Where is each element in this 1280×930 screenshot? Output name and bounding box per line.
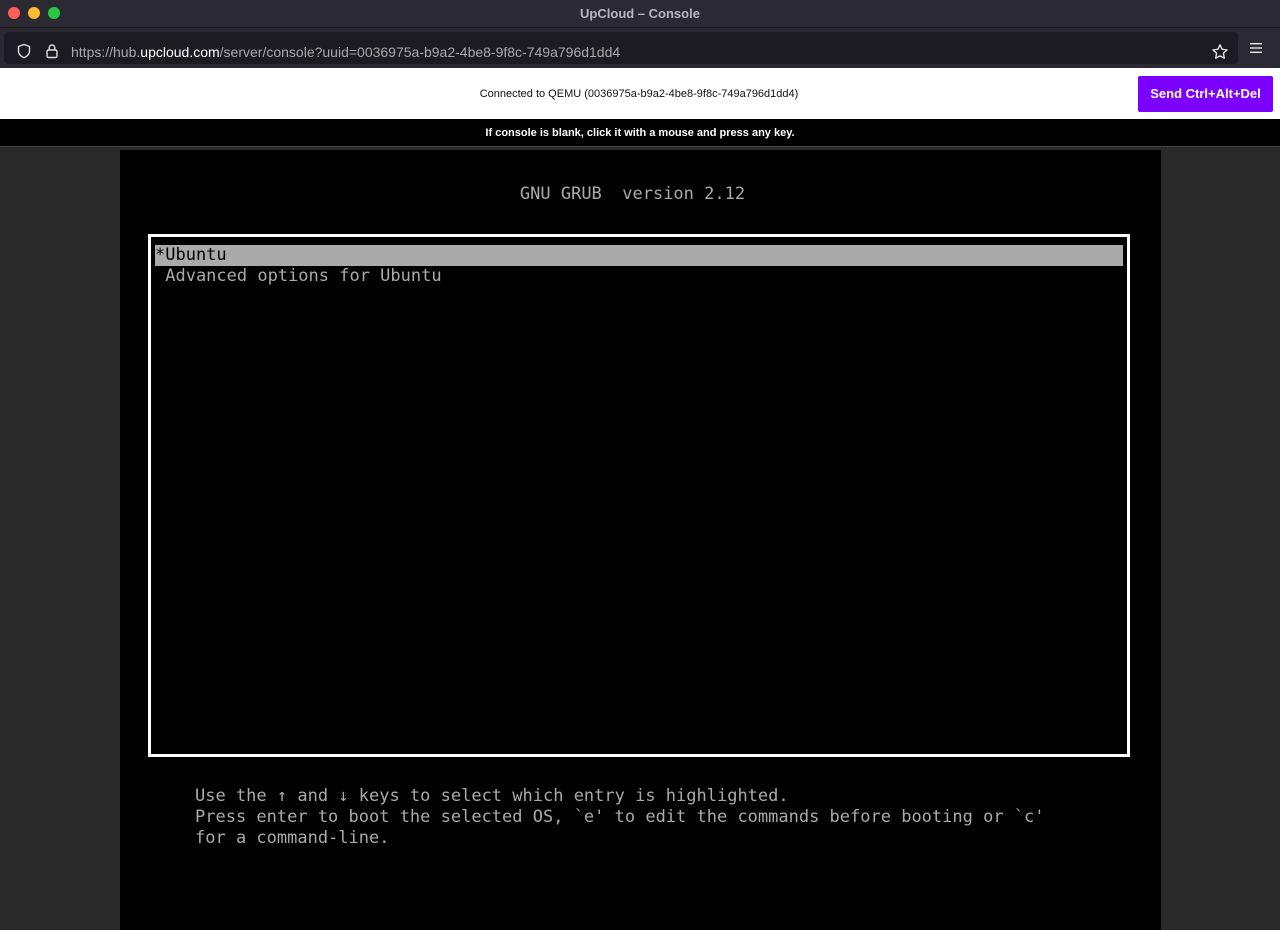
title-bar: UpCloud – Console <box>0 0 1280 28</box>
url-prefix: https://hub. <box>71 44 141 60</box>
menu-icon[interactable] <box>1248 40 1264 56</box>
grub-entry-ubuntu[interactable]: *Ubuntu <box>155 245 1123 266</box>
shield-icon[interactable] <box>16 43 32 59</box>
navigation-bar: https://hub.upcloud.com/server/console?u… <box>0 28 1280 68</box>
console-screen[interactable]: GNU GRUB version 2.12 *Ubuntu Advanced o… <box>120 150 1161 930</box>
grub-entry-advanced-options[interactable]: Advanced options for Ubuntu <box>155 266 1123 287</box>
console-hint: If console is blank, click it with a mou… <box>485 127 795 139</box>
browser-window: UpCloud – Console https://hub.upcloud.co… <box>0 0 1280 930</box>
window-title: UpCloud – Console <box>580 6 700 21</box>
help-line: Press enter to boot the selected OS, `e'… <box>195 807 1045 827</box>
url-text[interactable]: https://hub.upcloud.com/server/console?u… <box>71 32 620 72</box>
help-line: for a command-line. <box>195 828 390 848</box>
grub-menu: *Ubuntu Advanced options for Ubuntu <box>148 234 1130 757</box>
console-page: Connected to QEMU (0036975a-b9a2-4be8-9f… <box>0 68 1280 930</box>
hint-bar: If console is blank, click it with a mou… <box>0 119 1280 147</box>
url-host: upcloud.com <box>140 44 220 60</box>
connection-status: Connected to QEMU (0036975a-b9a2-4be8-9f… <box>479 88 799 100</box>
grub-title: GNU GRUB version 2.12 <box>519 184 746 204</box>
send-ctrl-alt-del-button[interactable]: Send Ctrl+Alt+Del <box>1138 76 1273 112</box>
address-bar[interactable]: https://hub.upcloud.com/server/console?u… <box>4 32 1238 64</box>
url-path: /server/console?uuid=0036975a-b9a2-4be8-… <box>219 44 621 60</box>
star-icon[interactable] <box>1211 43 1229 61</box>
grub-help-text: Use the ↑ and ↓ keys to select which ent… <box>195 786 1045 849</box>
help-line: Use the ↑ and ↓ keys to select which ent… <box>195 786 789 806</box>
connection-status-bar: Connected to QEMU (0036975a-b9a2-4be8-9f… <box>0 68 1280 119</box>
lock-icon[interactable] <box>44 43 60 59</box>
